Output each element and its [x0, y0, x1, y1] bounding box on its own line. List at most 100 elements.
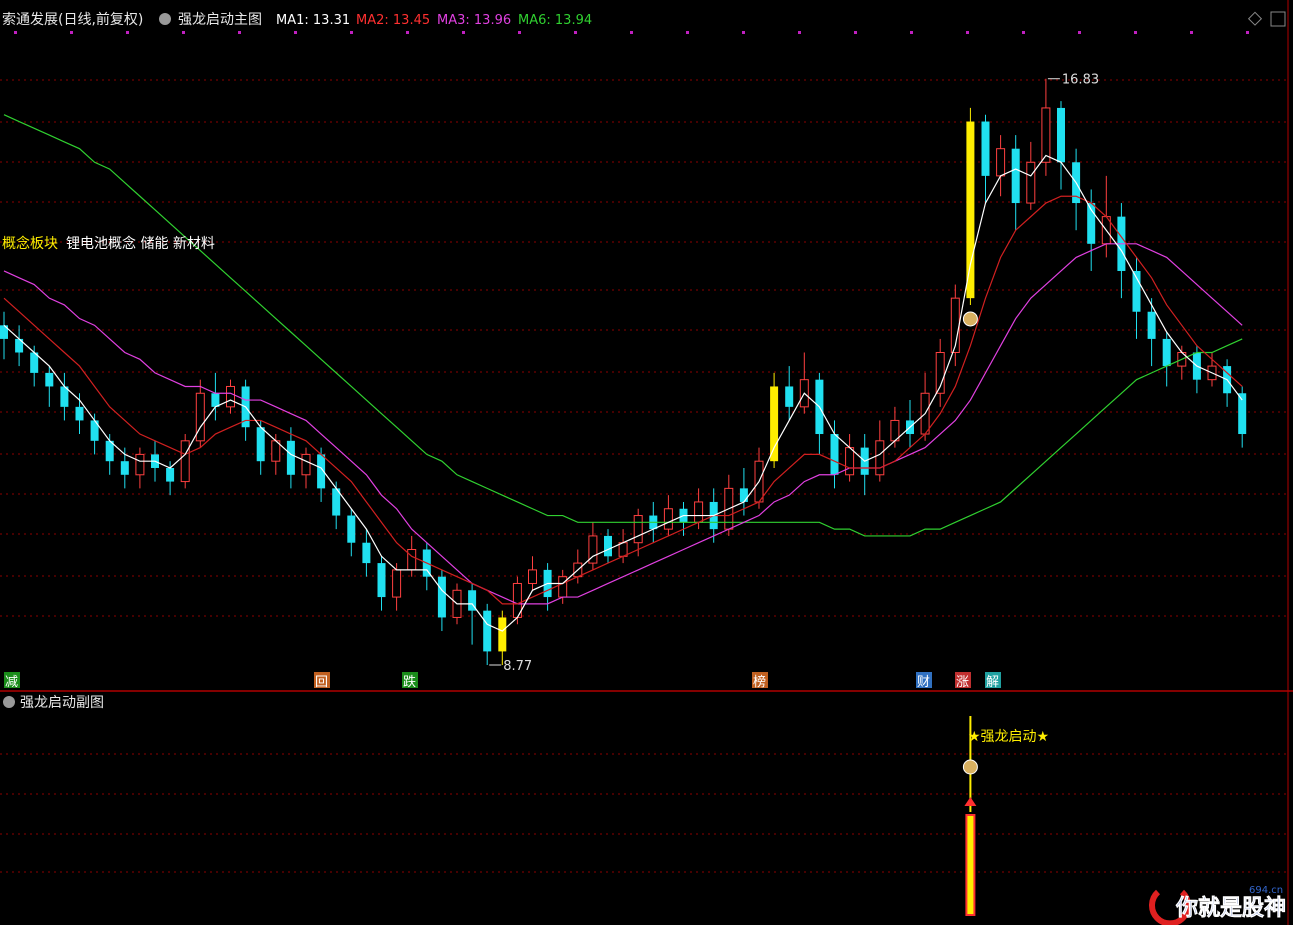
candle-body[interactable]	[377, 563, 386, 598]
ma6-label: MA6: 13.94	[518, 13, 592, 28]
candle-body[interactable]	[875, 440, 885, 476]
signal-label: ★强龙启动★	[968, 729, 1049, 745]
candle-body[interactable]	[1147, 311, 1156, 339]
ma2-label: MA2: 13.45	[356, 13, 430, 28]
candle-body[interactable]	[694, 501, 704, 523]
candle-body[interactable]	[1057, 107, 1065, 163]
watermark-site: 694.cn	[1249, 885, 1283, 896]
top-dot	[966, 31, 969, 34]
candle-body[interactable]	[256, 427, 265, 462]
sub-chart	[962, 716, 978, 916]
top-dot	[1246, 31, 1249, 34]
candle-body[interactable]	[135, 453, 145, 476]
top-dot	[406, 31, 409, 34]
candle-body[interactable]	[770, 386, 779, 462]
candle-body[interactable]	[407, 549, 417, 571]
candle-body[interactable]	[483, 610, 492, 652]
candle-body[interactable]	[286, 440, 295, 475]
candle-body[interactable]	[966, 121, 975, 299]
top-dot	[1022, 31, 1025, 34]
top-dot	[238, 31, 241, 34]
ma6-line	[3, 114, 1243, 537]
candle-body[interactable]	[739, 488, 748, 502]
event-tag-text: 减	[5, 675, 18, 690]
candle-body[interactable]	[1026, 161, 1036, 204]
candle-body[interactable]	[558, 576, 568, 598]
signal-column	[965, 814, 976, 916]
event-tag-text: 回	[315, 675, 328, 690]
top-dot	[1134, 31, 1137, 34]
window-icon[interactable]	[1270, 11, 1286, 27]
candle-body[interactable]	[180, 440, 190, 483]
event-tag-text: 涨	[956, 675, 969, 690]
top-dot	[518, 31, 521, 34]
top-dot	[630, 31, 633, 34]
candle-body[interactable]	[528, 569, 537, 584]
stock-title: 索通发展(日线,前复权)	[2, 11, 143, 28]
low-price-marker: 8.77	[503, 659, 532, 674]
event-tags: 减 回 跌 榜 财 涨 解	[4, 672, 1001, 690]
watermark-text: 你就是股神	[1175, 895, 1286, 921]
top-dot	[910, 31, 913, 34]
candle-body[interactable]	[166, 467, 175, 482]
grid-lines	[0, 0, 1289, 925]
top-dot	[294, 31, 297, 34]
top-dot	[126, 31, 129, 34]
event-tag-text: 解	[986, 675, 999, 690]
candle-body[interactable]	[996, 148, 1006, 177]
candle-body[interactable]	[845, 447, 855, 476]
chart-canvas: 索通发展(日线,前复权) 强龙启动主图 MA1: 13.31 MA2: 13.4…	[0, 0, 1293, 925]
candle-body[interactable]	[1162, 338, 1171, 367]
concept-label: 概念板块	[2, 235, 58, 252]
money-bag-icon	[962, 759, 978, 775]
candle-body[interactable]	[362, 542, 371, 564]
indicator-title[interactable]: 强龙启动主图	[178, 12, 262, 28]
watermark-logo: 你就是股神 694.cn	[1149, 885, 1286, 925]
indicator-dropdown-icon[interactable]	[159, 13, 171, 25]
candle-body[interactable]	[437, 576, 446, 618]
candle-body[interactable]	[785, 386, 794, 407]
event-tag-text: 财	[917, 675, 930, 690]
top-dot	[14, 31, 17, 34]
money-bag-icon	[962, 311, 978, 327]
top-dot	[854, 31, 857, 34]
candle-body[interactable]	[604, 535, 612, 557]
candle-body[interactable]	[347, 515, 356, 543]
candle-body[interactable]	[830, 434, 839, 475]
top-dot	[798, 31, 801, 34]
diamond-icon[interactable]	[1247, 11, 1263, 26]
candle-body[interactable]	[618, 542, 628, 557]
candle-body[interactable]	[226, 385, 235, 408]
event-tag-text: 榜	[753, 674, 766, 690]
top-dot	[182, 31, 185, 34]
candle-body[interactable]	[301, 453, 311, 476]
top-dot	[350, 31, 353, 34]
top-dot	[1190, 31, 1193, 34]
top-dot	[574, 31, 577, 34]
candle-body[interactable]	[211, 393, 220, 407]
concept-items[interactable]: 锂电池概念 储能 新材料	[66, 235, 215, 252]
candle-body[interactable]	[45, 372, 54, 387]
top-dot	[686, 31, 689, 34]
event-tag-text: 跌	[403, 674, 416, 690]
candle-body[interactable]	[663, 508, 673, 530]
sub-panel-title[interactable]: 强龙启动副图	[20, 695, 104, 711]
up-arrow-icon	[964, 797, 977, 806]
top-dot	[462, 31, 465, 34]
top-dot	[70, 31, 73, 34]
candle-body[interactable]	[1011, 148, 1020, 204]
candle-body[interactable]	[120, 461, 129, 475]
high-price-marker: 16.83	[1062, 73, 1099, 88]
candle-body[interactable]	[195, 392, 205, 442]
top-dot	[1078, 31, 1081, 34]
top-dot	[742, 31, 745, 34]
candle-body[interactable]	[1041, 107, 1051, 163]
candle-body[interactable]	[75, 406, 84, 421]
ma3-label: MA3: 13.96	[437, 13, 511, 28]
candle-body[interactable]	[498, 617, 507, 652]
candle-body[interactable]	[392, 569, 402, 598]
sub-dropdown-icon[interactable]	[3, 696, 15, 708]
candle-body[interactable]	[633, 515, 643, 544]
ma1-label: MA1: 13.31	[276, 13, 350, 28]
candle-body[interactable]	[981, 121, 990, 176]
